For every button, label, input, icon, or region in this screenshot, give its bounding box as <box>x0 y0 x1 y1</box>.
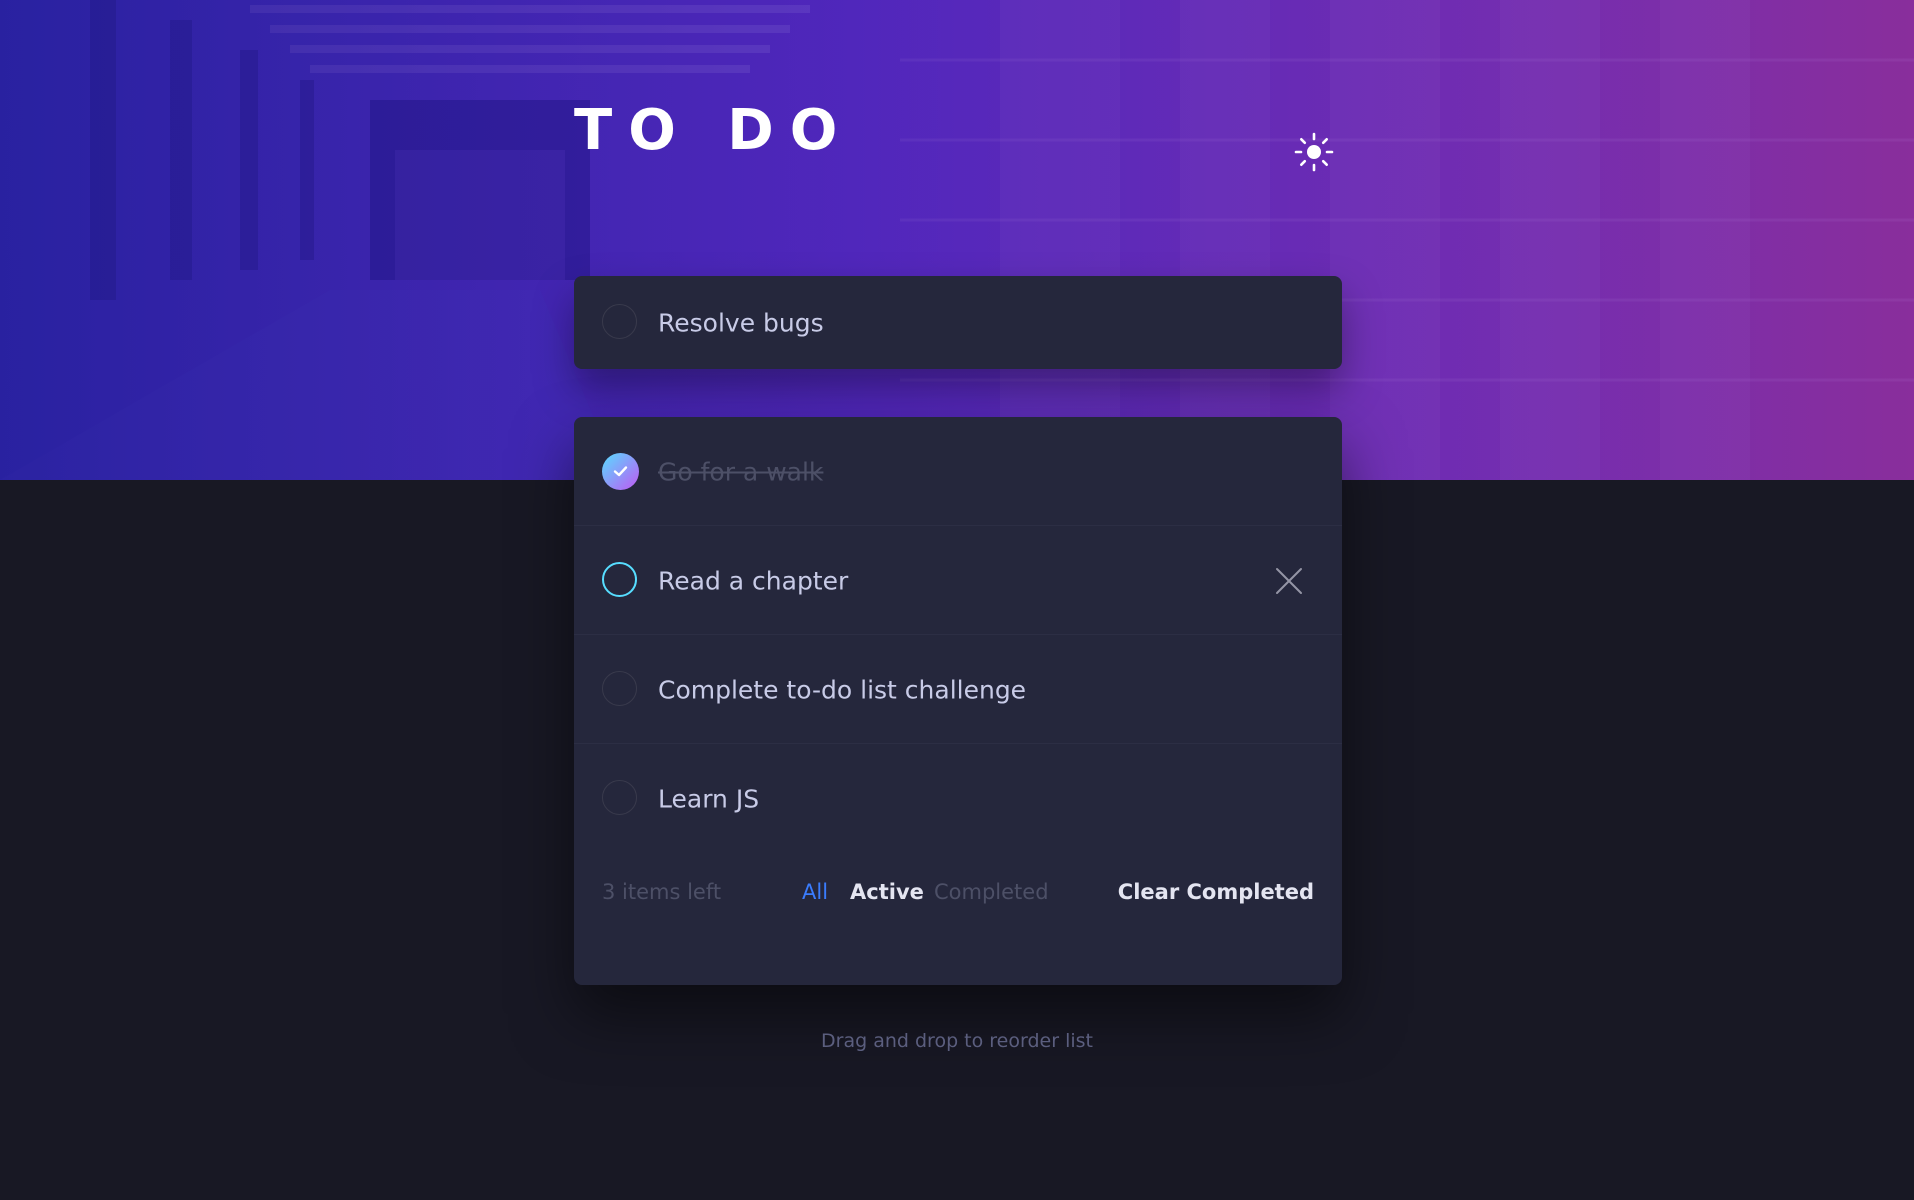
todo-list: Go for a walk Read a chapter Complete to… <box>574 417 1342 985</box>
todo-text: Learn JS <box>658 784 760 813</box>
todo-checkbox-checked[interactable] <box>602 452 639 490</box>
todo-checkbox[interactable] <box>602 670 637 706</box>
filter-all-button[interactable]: All <box>802 880 828 904</box>
list-footer: 3 items left All Active Completed Clear … <box>574 862 1342 922</box>
new-todo-row: Resolve bugs <box>574 276 1342 369</box>
list-item[interactable]: Learn JS <box>574 744 1342 853</box>
todo-text: Go for a walk <box>658 457 824 486</box>
filter-active-button[interactable]: Active <box>850 880 924 904</box>
clear-completed-button[interactable]: Clear Completed <box>1118 880 1314 904</box>
list-item[interactable]: Complete to-do list challenge <box>574 635 1342 744</box>
theme-toggle-button[interactable] <box>1294 132 1334 172</box>
new-todo-input[interactable]: Resolve bugs <box>658 308 824 337</box>
delete-button[interactable] <box>1274 566 1304 596</box>
reorder-hint: Drag and drop to reorder list <box>821 1030 1093 1052</box>
todo-text: Read a chapter <box>658 566 849 595</box>
list-item[interactable]: Go for a walk <box>574 417 1342 526</box>
new-todo-checkbox[interactable] <box>602 303 637 339</box>
list-item[interactable]: Read a chapter <box>574 526 1342 635</box>
page-title: TO DO <box>574 98 854 163</box>
close-icon <box>1276 567 1302 594</box>
todo-checkbox[interactable] <box>602 561 637 597</box>
filter-completed-button[interactable]: Completed <box>934 880 1049 904</box>
header-background <box>0 0 1914 480</box>
header-photo <box>0 0 1914 480</box>
todo-checkbox[interactable] <box>602 779 637 815</box>
sun-icon <box>1294 132 1334 172</box>
new-todo-card: Resolve bugs <box>574 276 1342 369</box>
items-left-count: 3 items left <box>602 880 722 904</box>
check-icon <box>613 465 628 476</box>
todo-text: Complete to-do list challenge <box>658 675 1027 704</box>
